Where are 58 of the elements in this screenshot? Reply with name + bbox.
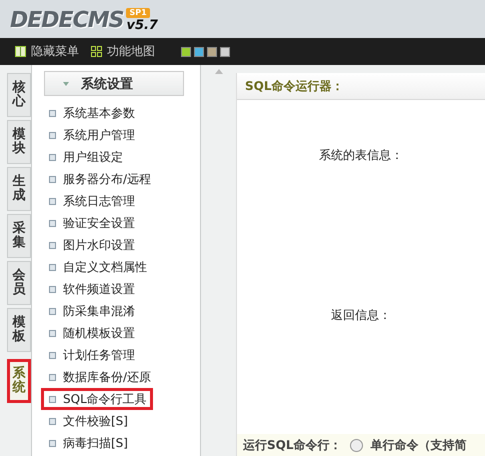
- grid-icon: [91, 46, 102, 57]
- run-label: 运行SQL命令行：: [243, 436, 342, 454]
- bullet-icon: [49, 418, 56, 424]
- bullet-icon: [49, 110, 56, 116]
- side-tab[interactable]: 采集: [7, 214, 31, 258]
- bullet-icon: [49, 330, 56, 336]
- bullet-icon: [49, 220, 56, 226]
- radio-button[interactable]: [350, 438, 362, 452]
- menu-item[interactable]: 文件校验[S]: [41, 410, 200, 432]
- version-label: v5.7: [126, 19, 158, 32]
- toolbar-link[interactable]: 隐藏菜单: [15, 43, 79, 60]
- bullet-icon: [49, 352, 56, 358]
- skin-swatch[interactable]: [220, 46, 230, 56]
- menu-item[interactable]: 随机模板设置: [41, 322, 200, 344]
- menu-item[interactable]: 系统基本参数: [41, 102, 200, 124]
- menu-item[interactable]: 服务器分布/远程: [41, 168, 200, 190]
- menu-title: 系统设置: [81, 76, 133, 92]
- skin-swatch[interactable]: [194, 46, 204, 56]
- bullet-icon: [49, 176, 56, 182]
- menu-header[interactable]: 系统设置: [44, 71, 184, 96]
- menu-item[interactable]: 用户组设定: [41, 146, 200, 168]
- menu-item[interactable]: 验证安全设置: [41, 212, 200, 234]
- caret-icon: [63, 82, 69, 86]
- side-tab[interactable]: 系统: [7, 359, 31, 403]
- bullet-icon: [49, 198, 56, 204]
- menu-item[interactable]: 计划任务管理: [41, 344, 200, 366]
- side-tab[interactable]: 会员: [7, 261, 31, 305]
- bullet-icon: [49, 374, 56, 380]
- columns-icon: [15, 46, 26, 57]
- bullet-icon: [49, 132, 56, 138]
- table-info-label: 系统的表信息：: [319, 146, 403, 164]
- bullet-icon: [49, 242, 56, 248]
- side-tab[interactable]: 模板: [7, 308, 31, 352]
- side-tab[interactable]: 核心: [7, 73, 31, 117]
- menu-item[interactable]: SQL命令行工具: [41, 388, 153, 410]
- radio-label[interactable]: 单行命令（支持简: [370, 436, 466, 454]
- skin-swatch[interactable]: [181, 46, 191, 56]
- menu-item[interactable]: 数据库备份/还原: [41, 366, 200, 388]
- side-tab[interactable]: 生成: [7, 167, 31, 211]
- logo: DEDECMS: [10, 10, 124, 32]
- bullet-icon: [49, 264, 56, 270]
- skin-swatch[interactable]: [207, 46, 217, 56]
- bullet-icon: [49, 286, 56, 292]
- bullet-icon: [49, 154, 56, 160]
- menu-item[interactable]: 病毒扫描[S]: [41, 432, 200, 454]
- toolbar-link[interactable]: 功能地图: [91, 43, 155, 60]
- bullet-icon: [49, 308, 56, 314]
- menu-item[interactable]: 软件频道设置: [41, 278, 200, 300]
- bullet-icon: [49, 440, 56, 446]
- side-tab[interactable]: 模块: [7, 120, 31, 164]
- menu-item[interactable]: 图片水印设置: [41, 234, 200, 256]
- bullet-icon: [49, 396, 56, 402]
- menu-item[interactable]: 防采集串混淆: [41, 300, 200, 322]
- menu-item[interactable]: 系统用户管理: [41, 124, 200, 146]
- menu-item[interactable]: 系统日志管理: [41, 190, 200, 212]
- result-label: 返回信息：: [331, 306, 391, 324]
- menu-item[interactable]: 自定义文档属性: [41, 256, 200, 278]
- version-badge: SP1: [126, 8, 150, 18]
